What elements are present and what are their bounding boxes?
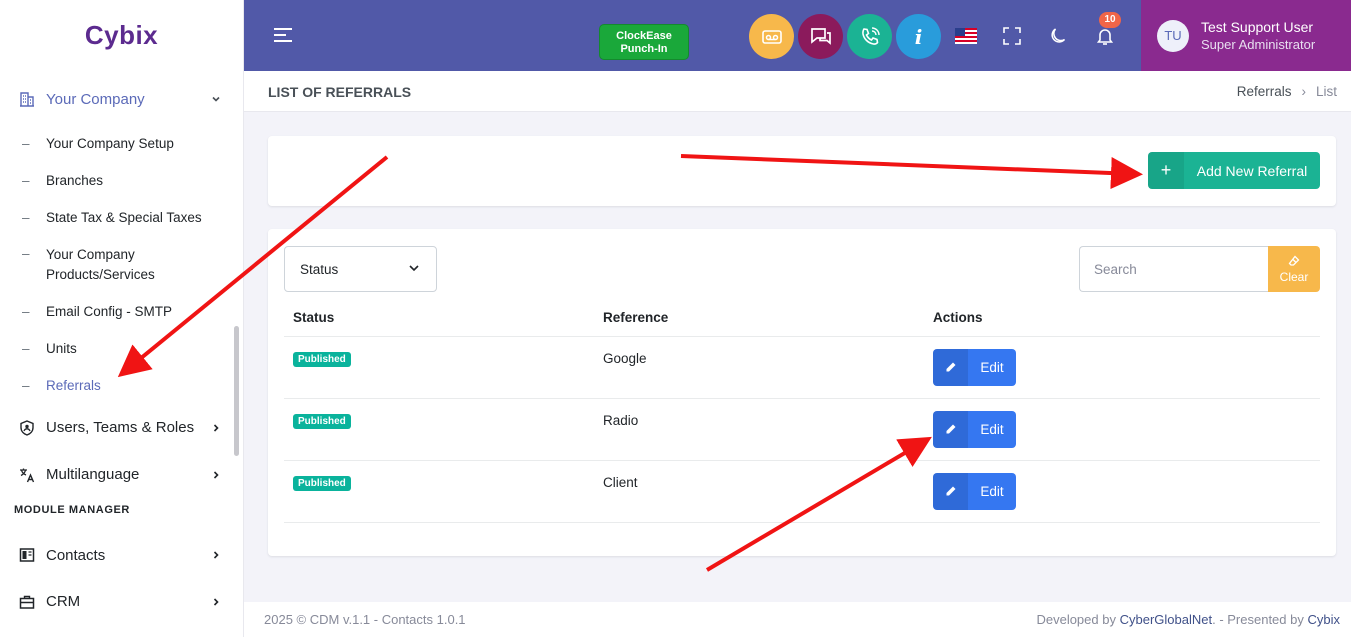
footer-link-cybix[interactable]: Cybix (1307, 612, 1340, 627)
section-title-module-manager: MODULE MANAGER (14, 504, 130, 516)
add-new-referral-button[interactable]: + Add New Referral (1148, 152, 1320, 189)
chevron-right-icon (209, 595, 223, 609)
sidebar-scrollbar[interactable] (234, 326, 239, 456)
page-title: LIST OF REFERRALS (268, 84, 412, 100)
plus-icon: + (1148, 152, 1184, 189)
breadcrumb: Referrals › List (1237, 84, 1337, 99)
breadcrumb-list: List (1315, 84, 1337, 99)
status-filter-select[interactable]: Status (284, 246, 437, 292)
edit-button[interactable]: Edit (933, 348, 1016, 386)
chevron-right-icon (209, 548, 223, 562)
column-header-actions: Actions (924, 299, 1320, 337)
translate-icon (18, 466, 36, 484)
sidebar-item-label: Contacts (46, 546, 106, 564)
info-icon: i (914, 24, 923, 49)
chevron-down-icon (408, 262, 420, 277)
shield-user-icon (18, 419, 36, 437)
sidebar: Cybix Your Company – Your Company Setup –… (0, 0, 244, 637)
fullscreen-icon[interactable] (1000, 24, 1024, 48)
chevron-down-icon (209, 92, 223, 106)
reference-cell: Client (603, 474, 638, 490)
info-button[interactable]: i (896, 14, 941, 59)
pencil-icon (933, 348, 968, 386)
sidebar-item-multilanguage[interactable]: Multilanguage (0, 451, 243, 498)
phone-call-icon (861, 26, 880, 45)
hamburger-menu-icon[interactable] (272, 24, 294, 46)
clockease-punch-in-button[interactable]: ClockEase Punch-In (599, 24, 689, 60)
pencil-icon (933, 410, 968, 448)
notification-count-badge: 10 (1099, 12, 1121, 28)
chevron-right-icon (209, 421, 223, 435)
edit-button[interactable]: Edit (933, 472, 1016, 510)
footer-link-cyberglobalnet[interactable]: CyberGlobalNet (1120, 612, 1213, 627)
reference-cell: Google (603, 350, 647, 366)
voicemail-icon (761, 29, 782, 44)
sidebar-subitem-referrals[interactable]: – Referrals (0, 367, 243, 404)
reference-cell: Radio (603, 412, 639, 428)
footer-credits: Developed by CyberGlobalNet. - Presented… (1036, 612, 1340, 627)
logo[interactable]: Cybix (0, 0, 243, 71)
table-header-row: Status Reference Actions (284, 299, 1320, 337)
footer-version: 2025 © CDM v.1.1 - Contacts 1.0.1 (264, 612, 466, 627)
sidebar-subitem-units[interactable]: – Units (0, 330, 243, 367)
column-header-status[interactable]: Status (284, 299, 594, 337)
building-icon (18, 90, 36, 108)
sidebar-subitem-products-services[interactable]: – Your Company Products/Services (0, 236, 243, 293)
sidebar-item-label: Your Company (46, 90, 145, 108)
sidebar-subitem-email-config[interactable]: – Email Config - SMTP (0, 293, 243, 330)
page-title-bar: LIST OF REFERRALS Referrals › List (244, 71, 1351, 112)
sidebar-item-crm[interactable]: CRM (0, 578, 243, 625)
user-role: Super Administrator (1201, 36, 1316, 52)
sidebar-subitem-company-setup[interactable]: – Your Company Setup (0, 125, 243, 162)
footer: 2025 © CDM v.1.1 - Contacts 1.0.1 Develo… (244, 602, 1351, 637)
edit-button[interactable]: Edit (933, 410, 1016, 448)
table-row: Published Google Edit (284, 336, 1320, 399)
us-flag-icon[interactable] (954, 24, 978, 48)
topbar: ClockEase Punch-In i 10 TU Test Support … (244, 0, 1351, 71)
table-row: Published Client Edit (284, 460, 1320, 523)
table-row: Published Radio Edit (284, 398, 1320, 461)
sidebar-item-label: Users, Teams & Roles (46, 419, 195, 436)
breadcrumb-chevron-icon: › (1301, 84, 1306, 99)
sidebar-subitem-branches[interactable]: – Branches (0, 162, 243, 199)
briefcase-icon (18, 593, 36, 611)
user-profile-menu[interactable]: TU Test Support User Super Administrator (1141, 0, 1351, 71)
sidebar-item-your-company[interactable]: Your Company (0, 77, 243, 121)
status-badge: Published (293, 413, 351, 429)
status-badge: Published (293, 475, 351, 491)
sidebar-item-label: Multilanguage (46, 466, 140, 483)
sidebar-subitem-state-tax[interactable]: – State Tax & Special Taxes (0, 199, 243, 236)
referrals-table: Status Reference Actions Published Googl… (284, 299, 1320, 523)
actions-card: + Add New Referral (268, 136, 1336, 206)
pencil-icon (933, 472, 968, 510)
phone-button[interactable] (847, 14, 892, 59)
contacts-icon (18, 546, 36, 564)
chat-button[interactable] (798, 14, 843, 59)
sidebar-item-users-teams-roles[interactable]: Users, Teams & Roles (0, 404, 243, 451)
column-header-reference[interactable]: Reference (594, 299, 924, 337)
chevron-right-icon (209, 468, 223, 482)
sidebar-item-contacts[interactable]: Contacts (0, 532, 243, 578)
company-submenu: – Your Company Setup – Branches – State Tax… (0, 125, 243, 404)
voicemail-button[interactable] (749, 14, 794, 59)
search-input[interactable] (1079, 246, 1268, 292)
chat-icon (810, 27, 831, 45)
breadcrumb-referrals[interactable]: Referrals (1237, 84, 1292, 99)
dark-mode-moon-icon[interactable] (1047, 24, 1071, 48)
referrals-list-card: Status Clear Status Reference Actions Pu… (268, 229, 1336, 556)
status-badge: Published (293, 351, 351, 367)
eraser-icon (1288, 255, 1300, 270)
user-name: Test Support User (1201, 18, 1314, 35)
clear-button[interactable]: Clear (1268, 246, 1320, 292)
sidebar-item-label: CRM (46, 593, 81, 610)
avatar: TU (1157, 19, 1189, 52)
